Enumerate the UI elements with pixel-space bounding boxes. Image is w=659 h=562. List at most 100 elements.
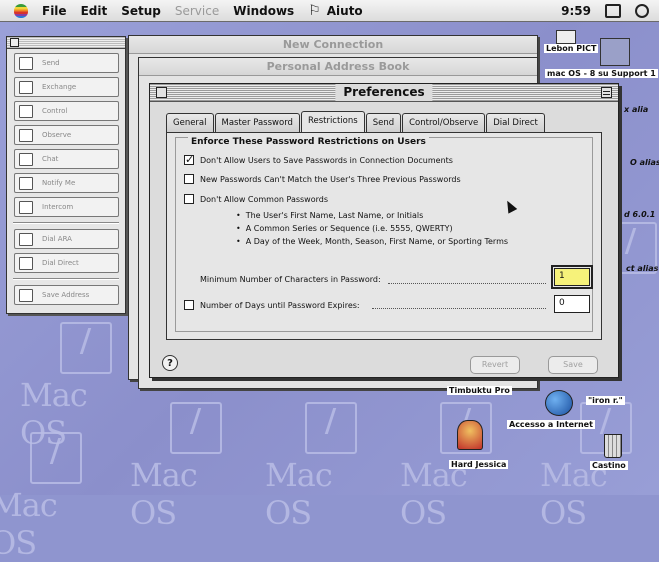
- checkbox-unchecked[interactable]: [184, 174, 194, 184]
- checkbox-label: Don't Allow Common Passwords: [200, 194, 329, 204]
- checkbox-unchecked[interactable]: [184, 194, 194, 204]
- icon-label: Timbuktu Pro: [447, 386, 512, 395]
- palette-dial-ara-button[interactable]: Dial ARA: [14, 229, 119, 249]
- dial-direct-icon: [19, 256, 33, 270]
- desktop-icon-hard-jessica[interactable]: Hard Jessica: [449, 460, 509, 469]
- menu-bar: File Edit Setup Service Windows ⚐ Aiuto …: [0, 0, 659, 22]
- close-box[interactable]: [156, 87, 167, 98]
- globe-icon[interactable]: [536, 390, 582, 418]
- desktop-icon-castino[interactable]: Castino: [590, 461, 628, 470]
- password-restrictions-group: Enforce These Password Restrictions on U…: [175, 137, 593, 332]
- palette-intercom-button[interactable]: Intercom: [14, 197, 119, 217]
- common-password-rule: A Day of the Week, Month, Season, First …: [236, 237, 508, 246]
- dial-ara-icon: [19, 232, 33, 246]
- desktop-icon-accesso-internet[interactable]: Accesso a Internet: [507, 420, 595, 429]
- password-expire-checkbox[interactable]: Number of Days until Password Expires:: [184, 300, 360, 310]
- palette-button-label: Notify Me: [42, 179, 76, 187]
- document-icon[interactable]: [556, 30, 576, 44]
- apple-menu-icon[interactable]: [14, 3, 28, 18]
- menu-file[interactable]: File: [42, 4, 67, 18]
- tab-send[interactable]: Send: [365, 113, 402, 132]
- preferences-tabs: General Master Password Restrictions Sen…: [166, 111, 546, 133]
- chat-icon: [19, 152, 33, 166]
- palette-button-label: Exchange: [42, 83, 77, 91]
- restrictions-pane: Enforce These Password Restrictions on U…: [166, 132, 602, 340]
- palette-button-label: Send: [42, 59, 60, 67]
- checkbox-checked[interactable]: [184, 153, 194, 166]
- preferences-title-bar[interactable]: Preferences: [150, 84, 618, 102]
- application-menu-icon[interactable]: [605, 3, 621, 18]
- icon-label: "iron r.": [586, 396, 625, 405]
- save-address-icon: [19, 288, 33, 302]
- palette-divider: [13, 278, 119, 280]
- palette-close-box[interactable]: [10, 38, 19, 47]
- preferences-window[interactable]: Preferences General Master Password Rest…: [149, 83, 619, 378]
- palette-button-label: Observe: [42, 131, 72, 139]
- window-title: Personal Address Book: [139, 58, 537, 76]
- trash-icon[interactable]: [598, 434, 628, 460]
- min-chars-field[interactable]: 1: [551, 265, 593, 289]
- revert-button[interactable]: Revert: [470, 356, 520, 374]
- help-balloon-icon[interactable]: ⚐: [308, 3, 321, 19]
- leader-dots: [372, 308, 546, 309]
- common-passwords-checkbox[interactable]: Don't Allow Common Passwords: [184, 194, 328, 204]
- timbuktu-menu-icon[interactable]: [635, 3, 649, 18]
- send-icon: [19, 56, 33, 70]
- desktop-icon-mac-os-support[interactable]: mac OS - 8 su Support 1: [545, 69, 658, 78]
- desktop-icon-timbuktu[interactable]: Timbuktu Pro: [447, 386, 512, 395]
- palette-control-button[interactable]: Control: [14, 101, 119, 121]
- checkbox-unchecked[interactable]: [184, 300, 194, 310]
- observe-icon: [19, 128, 33, 142]
- checkbox-label: Number of Days until Password Expires:: [200, 300, 360, 310]
- desktop-icon-alias-4[interactable]: ct alias: [626, 264, 658, 273]
- icon-label: Castino: [590, 461, 628, 470]
- tab-control-observe[interactable]: Control/Observe: [402, 113, 486, 132]
- checkbox-label: Don't Allow Users to Save Passwords in C…: [200, 155, 453, 165]
- tab-master-password[interactable]: Master Password: [214, 113, 300, 132]
- menu-clock[interactable]: 9:59: [561, 4, 591, 18]
- menu-windows[interactable]: Windows: [233, 4, 294, 18]
- folder-icon[interactable]: [600, 38, 630, 66]
- tab-restrictions[interactable]: Restrictions: [300, 111, 365, 132]
- palette-notify-button[interactable]: Notify Me: [14, 173, 119, 193]
- tab-general[interactable]: General: [166, 113, 214, 132]
- min-chars-label: Minimum Number of Characters in Password…: [200, 275, 381, 284]
- desktop-icon-iron[interactable]: "iron r.": [586, 396, 625, 405]
- palette-title-bar[interactable]: [7, 37, 125, 49]
- help-button[interactable]: ?: [162, 355, 178, 371]
- tool-palette: Send Exchange Control Observe Chat Notif…: [6, 36, 126, 314]
- desktop-icon-lebon-pict[interactable]: Lebon PICT: [544, 44, 599, 53]
- intercom-icon: [19, 200, 33, 214]
- menu-setup[interactable]: Setup: [121, 4, 161, 18]
- menu-aiuto[interactable]: Aiuto: [327, 4, 363, 18]
- hard-disk-icon[interactable]: [448, 420, 492, 452]
- mac-os-pattern-tile: Mac OS: [0, 432, 110, 562]
- menu-service: Service: [174, 3, 220, 18]
- previous-passwords-checkbox[interactable]: New Passwords Can't Match the User's Thr…: [184, 174, 461, 184]
- palette-button-label: Control: [42, 107, 68, 115]
- desktop-icon-alias-2[interactable]: O alias: [630, 158, 659, 167]
- collapse-box[interactable]: [601, 87, 612, 98]
- tab-dial-direct[interactable]: Dial Direct: [486, 113, 545, 132]
- palette-chat-button[interactable]: Chat: [14, 149, 119, 169]
- mac-os-pattern-tile: Mac OS: [20, 322, 140, 452]
- palette-send-button[interactable]: Send: [14, 53, 119, 73]
- common-password-rule: The User's First Name, Last Name, or Ini…: [236, 211, 424, 220]
- desktop-icon-alias-1[interactable]: x alia: [624, 105, 648, 114]
- desktop-icon-alias-3[interactable]: d 6.0.1: [624, 210, 655, 219]
- menu-edit[interactable]: Edit: [81, 4, 108, 18]
- save-button[interactable]: Save: [548, 356, 598, 374]
- palette-button-label: Dial ARA: [42, 235, 72, 243]
- palette-save-address-button[interactable]: Save Address: [14, 285, 119, 305]
- leader-dots: [388, 283, 546, 284]
- expire-days-field[interactable]: 0: [554, 295, 590, 313]
- window-title: New Connection: [129, 36, 537, 54]
- palette-exchange-button[interactable]: Exchange: [14, 77, 119, 97]
- mac-os-pattern-tile: Mac OS: [130, 402, 250, 532]
- palette-dial-direct-button[interactable]: Dial Direct: [14, 253, 119, 273]
- palette-button-label: Chat: [42, 155, 59, 163]
- palette-observe-button[interactable]: Observe: [14, 125, 119, 145]
- preferences-title: Preferences: [335, 84, 433, 101]
- save-passwords-checkbox[interactable]: Don't Allow Users to Save Passwords in C…: [184, 153, 453, 166]
- palette-divider: [13, 222, 119, 224]
